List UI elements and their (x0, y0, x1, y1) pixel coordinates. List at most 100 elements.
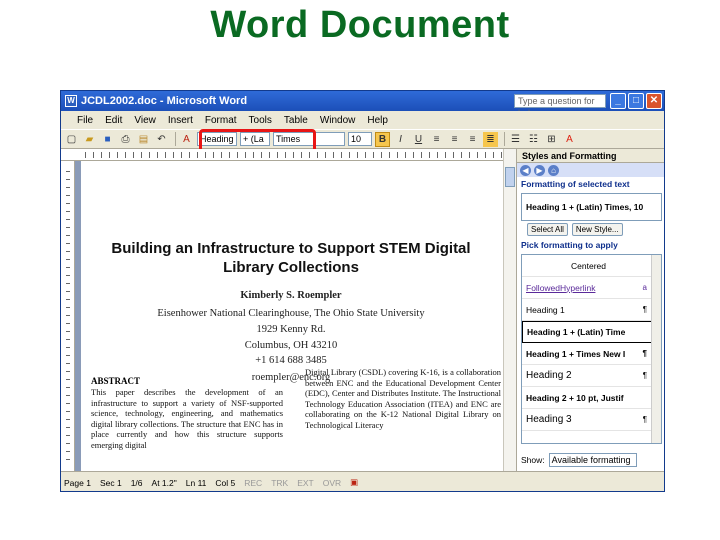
author-name: Kimberly S. Roempler (240, 290, 342, 301)
style-item-heading-1-times[interactable]: Heading 1 + Times New I ¶ (522, 343, 661, 365)
style-mark: ¶ (642, 305, 647, 314)
font-size-dropdown[interactable]: 10 (348, 132, 372, 146)
paper-title[interactable]: Building an Infrastructure to Support ST… (81, 239, 501, 277)
menu-table[interactable]: Table (284, 115, 308, 126)
print-icon[interactable]: ⎙ (118, 132, 133, 147)
selected-text-label: Formatting of selected text (521, 179, 630, 189)
align-left-icon[interactable]: ≡ (429, 132, 444, 147)
show-label: Show: (521, 455, 545, 465)
style-item-heading-1[interactable]: Heading 1 ¶ (522, 299, 661, 321)
status-ext[interactable]: EXT (297, 478, 314, 488)
paper-title-line2: Library Collections (223, 259, 359, 276)
menu-help[interactable]: Help (367, 115, 388, 126)
ruler-ticks (85, 152, 508, 158)
spelling-status-icon[interactable]: ▣ (350, 477, 358, 488)
left-column-text: This paper describes the development of … (91, 387, 283, 450)
underline-button[interactable]: U (411, 132, 426, 147)
pick-formatting-label: Pick formatting to apply (521, 240, 618, 250)
style-mark: a (642, 283, 647, 292)
toolbar-separator (504, 132, 505, 146)
numbering-icon[interactable]: ☰ (508, 132, 523, 147)
status-at: At 1.2" (151, 477, 177, 488)
word-icon: W (65, 95, 77, 107)
style-item-label: Heading 1 + (Latin) Time (527, 327, 626, 337)
bold-button[interactable]: B (375, 131, 390, 147)
status-trk[interactable]: TRK (271, 478, 288, 488)
menu-format[interactable]: Format (205, 115, 237, 126)
abstract-heading: ABSTRACT (91, 376, 141, 386)
new-style-button[interactable]: New Style... (571, 223, 623, 236)
close-button[interactable]: ✕ (646, 93, 662, 109)
style-item-heading-2-justify[interactable]: Heading 2 + 10 pt, Justif (522, 387, 661, 409)
selected-style-box[interactable]: Heading 1 + (Latin) Times, 10 (521, 193, 662, 221)
ruler-ticks (66, 171, 70, 461)
bullets-icon[interactable]: ☷ (526, 132, 541, 147)
borders-icon[interactable]: ⊞ (544, 132, 559, 147)
status-column: Col 5 (215, 477, 236, 488)
style-mark: ¶ (642, 349, 647, 358)
align-right-icon[interactable]: ≡ (465, 132, 480, 147)
styles-pane-icon[interactable]: A (179, 132, 194, 147)
vertical-scrollbar[interactable] (503, 149, 516, 471)
menu-view[interactable]: View (134, 115, 156, 126)
paper-title-line1: Building an Infrastructure to Support ST… (111, 240, 471, 257)
align-center-icon[interactable]: ≡ (447, 132, 462, 147)
status-ovr[interactable]: OVR (323, 478, 341, 488)
home-icon[interactable]: ⌂ (548, 164, 559, 176)
formatting-toolbar: ▢ ▰ ■ ⎙ ▤ ↶ A Heading 1 + (La Times 10 B… (61, 129, 664, 149)
forward-icon[interactable]: ▶ (534, 164, 545, 176)
scroll-thumb[interactable] (505, 167, 515, 187)
status-count: 1/6 (130, 477, 143, 488)
title-bar: W JCDL2002.doc - Microsoft Word Type a q… (61, 91, 664, 118)
minimize-button[interactable]: _ (610, 93, 626, 109)
style-list: Centered FollowedHyperlink a Heading 1 ¶ H… (521, 254, 662, 444)
status-rec[interactable]: REC (244, 478, 262, 488)
style-item-centered[interactable]: Centered (522, 255, 661, 277)
pane-nav: ◀ ▶ ⌂ (517, 163, 664, 177)
document-page[interactable]: Building an Infrastructure to Support ST… (81, 161, 503, 471)
open-folder-icon[interactable]: ▰ (82, 132, 97, 147)
status-line: Ln 11 (185, 477, 207, 488)
save-icon[interactable]: ■ (100, 132, 115, 147)
justify-icon[interactable]: ≣ (483, 131, 498, 147)
style-item-label: Heading 1 (526, 304, 565, 315)
undo-icon[interactable]: ↶ (154, 132, 169, 147)
word-window: W JCDL2002.doc - Microsoft Word Type a q… (60, 90, 665, 492)
document-area[interactable]: Building an Infrastructure to Support ST… (75, 161, 503, 471)
pane-title: Styles and Formatting (517, 149, 664, 163)
slide-title: Word Document (210, 4, 510, 46)
show-dropdown[interactable]: Available formatting (548, 453, 637, 467)
style-item-heading-1-latin[interactable]: Heading 1 + (Latin) Time (522, 321, 661, 343)
style-item-followed-hyperlink[interactable]: FollowedHyperlink a (522, 277, 661, 299)
style-item-heading-2[interactable]: Heading 2 ¶ (522, 365, 661, 387)
menu-tools[interactable]: Tools (249, 115, 272, 126)
menu-edit[interactable]: Edit (105, 115, 122, 126)
select-all-button[interactable]: Select All (527, 223, 568, 236)
menu-file[interactable]: File (77, 115, 93, 126)
maximize-button[interactable]: □ (628, 93, 644, 109)
menu-insert[interactable]: Insert (168, 115, 193, 126)
new-document-icon[interactable]: ▢ (64, 132, 79, 147)
horizontal-ruler[interactable] (61, 149, 516, 161)
help-search-input[interactable]: Type a question for help (514, 94, 606, 118)
status-section: Sec 1 (99, 477, 122, 488)
style-item-label: Centered (571, 260, 606, 271)
status-page: Page 1 (64, 477, 91, 488)
style-item-heading-3[interactable]: Heading 3 ¶ (522, 409, 661, 431)
vertical-ruler[interactable] (61, 161, 75, 471)
style-item-label: FollowedHyperlink (526, 282, 596, 293)
menu-window[interactable]: Window (320, 115, 356, 126)
style-list-scrollbar[interactable] (651, 255, 661, 443)
window-title: JCDL2002.doc - Microsoft Word (81, 95, 248, 107)
status-bar: Page 1 Sec 1 1/6 At 1.2" Ln 11 Col 5 REC… (61, 471, 664, 491)
style-mark: ¶ (642, 415, 647, 424)
author-address-1: 1929 Kenny Rd. (256, 324, 326, 335)
back-icon[interactable]: ◀ (520, 164, 531, 176)
author-address-2: Columbus, OH 43210 (244, 340, 338, 351)
italic-button[interactable]: I (393, 132, 408, 147)
font-color-icon[interactable]: A (562, 132, 577, 147)
style-item-label: Heading 2 + 10 pt, Justif (526, 392, 624, 403)
paste-icon[interactable]: ▤ (136, 132, 151, 147)
style-item-label: Heading 1 + Times New I (526, 348, 626, 359)
author-org: Eisenhower National Clearinghouse, The O… (157, 308, 425, 319)
